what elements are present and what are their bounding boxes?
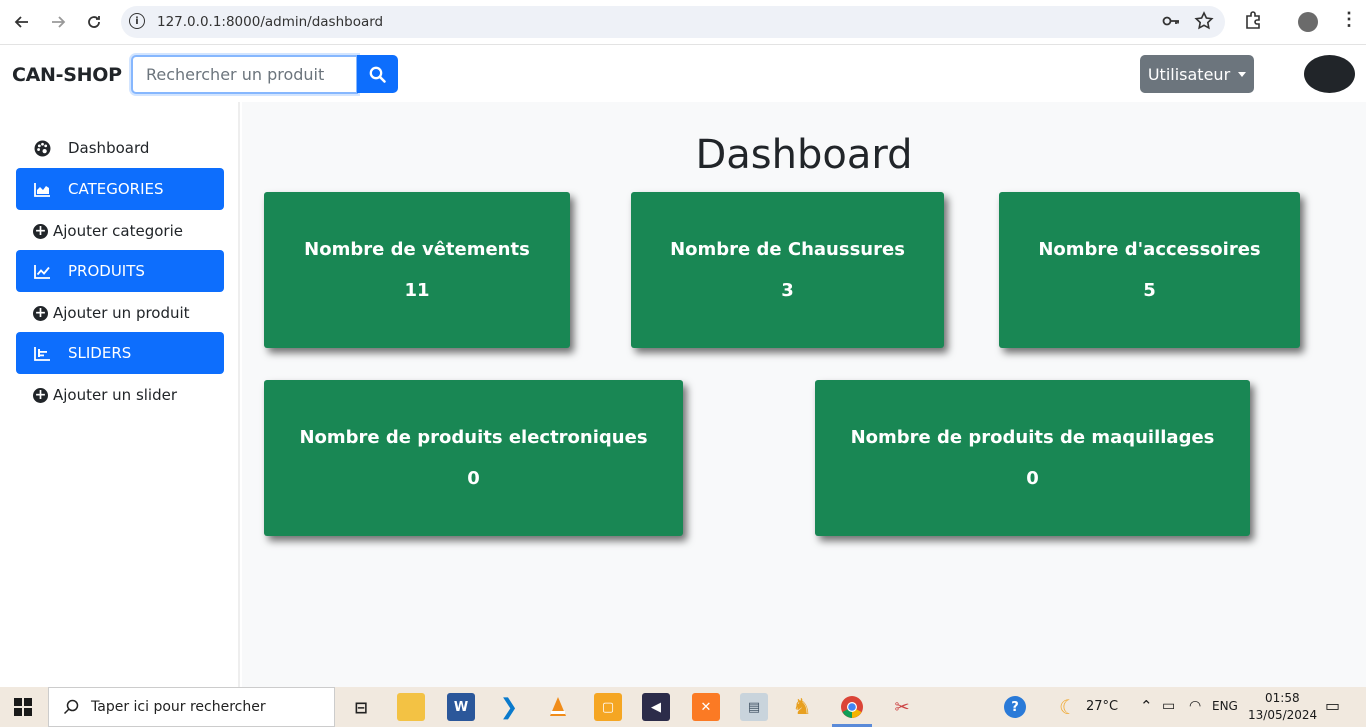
vscode-icon[interactable]: ❯ bbox=[495, 693, 523, 721]
card-value: 11 bbox=[404, 280, 430, 301]
visual-studio-icon[interactable]: ◀ bbox=[642, 693, 670, 721]
sidebar-item-label: CATEGORIES bbox=[68, 180, 164, 198]
word-icon[interactable]: W bbox=[447, 693, 475, 721]
search-input[interactable] bbox=[131, 55, 358, 94]
chrome-icon[interactable] bbox=[838, 693, 866, 721]
plus-circle-icon: + bbox=[33, 223, 48, 239]
stat-card-chaussures: Nombre de Chaussures 3 bbox=[631, 192, 944, 348]
card-title: Nombre de produits de maquillages bbox=[850, 427, 1215, 448]
clock-time[interactable]: 01:58 bbox=[1265, 691, 1300, 705]
weather-temperature[interactable]: 27°C bbox=[1086, 699, 1118, 714]
add-slider-link[interactable]: + Ajouter un slider bbox=[33, 386, 177, 404]
sidebar-item-dashboard[interactable]: Dashboard bbox=[16, 127, 224, 169]
help-icon[interactable]: ? bbox=[1004, 696, 1026, 718]
card-value: 5 bbox=[1143, 280, 1156, 301]
file-explorer-icon[interactable] bbox=[397, 693, 425, 721]
user-dropdown-button[interactable]: Utilisateur bbox=[1140, 55, 1254, 93]
notification-icon[interactable]: ▭ bbox=[1325, 696, 1340, 715]
add-product-label: Ajouter un produit bbox=[53, 304, 190, 322]
taskbar-search-box[interactable]: Taper ici pour rechercher bbox=[48, 687, 335, 727]
windows-taskbar: Taper ici pour rechercher ⊟ W ❯ ▢ ◀ ✕ ▤ … bbox=[0, 687, 1366, 727]
chevron-up-icon[interactable]: ⌃ bbox=[1140, 697, 1153, 715]
reload-icon[interactable] bbox=[80, 8, 108, 36]
task-view-icon[interactable]: ⊟ bbox=[347, 693, 375, 721]
card-title: Nombre de Chaussures bbox=[670, 239, 905, 260]
sidebar-item-sliders[interactable]: SLIDERS bbox=[16, 332, 224, 374]
battery-icon[interactable]: ▭ bbox=[1162, 698, 1175, 714]
app-icon-tool[interactable]: ✂ bbox=[888, 693, 916, 721]
taskbar-search-text: Taper ici pour rechercher bbox=[91, 699, 266, 715]
browser-toolbar: i 127.0.0.1:8000/admin/dashboard ⋮ bbox=[0, 0, 1366, 45]
bookmark-star-icon[interactable] bbox=[1194, 11, 1214, 36]
address-bar[interactable]: i 127.0.0.1:8000/admin/dashboard bbox=[121, 6, 1225, 38]
add-product-link[interactable]: + Ajouter un produit bbox=[33, 304, 190, 322]
stat-card-electroniques: Nombre de produits electroniques 0 bbox=[264, 380, 683, 536]
add-slider-label: Ajouter un slider bbox=[53, 386, 178, 404]
sidebar-item-label: Dashboard bbox=[68, 139, 150, 157]
plus-circle-icon: + bbox=[33, 387, 48, 403]
add-category-label: Ajouter categorie bbox=[53, 222, 183, 240]
url-text: 127.0.0.1:8000/admin/dashboard bbox=[157, 14, 384, 30]
sidebar-item-categories[interactable]: CATEGORIES bbox=[16, 168, 224, 210]
card-value: 0 bbox=[1026, 468, 1039, 489]
language-indicator[interactable]: ENG bbox=[1212, 699, 1238, 713]
site-info-icon[interactable]: i bbox=[129, 13, 145, 29]
palette-icon bbox=[16, 140, 68, 157]
sidebar-item-label: PRODUITS bbox=[68, 262, 145, 280]
wifi-icon[interactable]: ◠ bbox=[1189, 698, 1201, 714]
search-icon bbox=[63, 699, 79, 715]
sidebar-item-produits[interactable]: PRODUITS bbox=[16, 250, 224, 292]
plus-circle-icon: + bbox=[33, 305, 48, 321]
clock-date[interactable]: 13/05/2024 bbox=[1248, 708, 1317, 722]
forward-icon[interactable] bbox=[44, 8, 72, 36]
stat-card-accessoires: Nombre d'accessoires 5 bbox=[999, 192, 1300, 348]
card-title: Nombre d'accessoires bbox=[1038, 239, 1261, 260]
line-chart-icon bbox=[16, 264, 68, 279]
card-title: Nombre de produits electroniques bbox=[299, 427, 648, 448]
vlc-icon[interactable] bbox=[544, 693, 572, 721]
xampp-icon[interactable]: ✕ bbox=[692, 693, 720, 721]
chevron-down-icon bbox=[1238, 71, 1247, 77]
app-navbar: CAN-SHOP Utilisateur bbox=[0, 46, 1366, 102]
avatar[interactable] bbox=[1304, 55, 1355, 93]
stat-card-maquillages: Nombre de produits de maquillages 0 bbox=[815, 380, 1250, 536]
weather-moon-icon[interactable]: ☾ bbox=[1054, 693, 1082, 721]
sidebar-item-label: SLIDERS bbox=[68, 344, 132, 362]
app-icon-elephant[interactable]: ♞ bbox=[788, 693, 816, 721]
brand-logo[interactable]: CAN-SHOP bbox=[12, 64, 122, 86]
app-icon-orange[interactable]: ▢ bbox=[594, 693, 622, 721]
back-icon[interactable] bbox=[8, 8, 36, 36]
app-icon-gray[interactable]: ▤ bbox=[740, 693, 768, 721]
sidebar: Dashboard CATEGORIES + Ajouter categorie… bbox=[0, 102, 240, 687]
extensions-icon[interactable] bbox=[1243, 10, 1263, 35]
card-value: 0 bbox=[467, 468, 480, 489]
user-dropdown-label: Utilisateur bbox=[1147, 64, 1231, 84]
card-value: 3 bbox=[781, 280, 794, 301]
search-button[interactable] bbox=[357, 55, 398, 93]
password-key-icon[interactable] bbox=[1161, 11, 1181, 36]
windows-start-icon[interactable] bbox=[14, 698, 32, 716]
main-content: Dashboard Nombre de vêtements 11 Nombre … bbox=[242, 102, 1366, 687]
bar-chart-icon bbox=[16, 346, 68, 361]
card-title: Nombre de vêtements bbox=[304, 239, 530, 260]
stat-card-vetements: Nombre de vêtements 11 bbox=[264, 192, 570, 348]
add-category-link[interactable]: + Ajouter categorie bbox=[33, 222, 183, 240]
profile-avatar-icon[interactable] bbox=[1298, 12, 1318, 32]
area-chart-icon bbox=[16, 182, 68, 197]
page-title: Dashboard bbox=[695, 132, 913, 178]
browser-menu-icon[interactable]: ⋮ bbox=[1340, 9, 1358, 30]
search-icon bbox=[369, 66, 386, 83]
